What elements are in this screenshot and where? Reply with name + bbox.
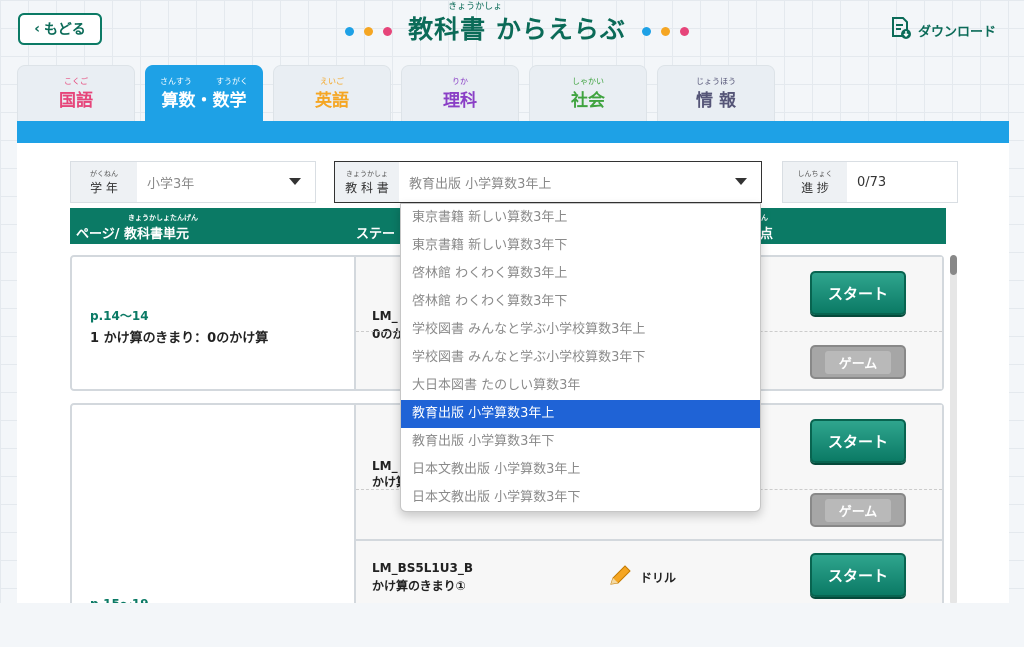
- tab-science[interactable]: りか 理科: [401, 65, 519, 121]
- back-label: もどる: [44, 22, 86, 38]
- start-button[interactable]: スタート: [810, 271, 906, 315]
- grade-select[interactable]: がくねん 学 年 小学3年: [70, 161, 316, 203]
- dropdown-option[interactable]: 日本文教出版 小学算数3年下: [401, 484, 760, 511]
- decor-dots-right: [641, 27, 689, 54]
- dropdown-caret-icon: [735, 178, 747, 185]
- subject-tabs: こくご 国語 さんすう すうがく 算数・数学 えいご 英語 りか 理科 しゃかい …: [17, 65, 775, 121]
- grade-value: 小学3年: [147, 176, 195, 192]
- page-title-area: きょうかしょ 教科書 からえらぶ: [322, 2, 712, 54]
- page-range: p.14〜14: [90, 309, 149, 323]
- download-label: ダウンロード: [918, 24, 997, 40]
- dropdown-option[interactable]: 学校図書 みんなと学ぶ小学校算数3年下: [401, 344, 760, 372]
- document-download-icon: [890, 16, 912, 44]
- scrollbar-thumb[interactable]: [950, 255, 957, 275]
- download-button[interactable]: ダウンロード: [890, 16, 996, 44]
- bottom-background: [0, 603, 1024, 647]
- dropdown-option[interactable]: 大日本図書 たのしい算数3年: [401, 372, 760, 400]
- tab-japanese[interactable]: こくご 国語: [17, 65, 135, 121]
- game-button[interactable]: ゲーム: [810, 493, 906, 527]
- textbook-select[interactable]: きょうかしょ 教 科 書 教育出版 小学算数3年上: [334, 161, 762, 203]
- dropdown-option[interactable]: 啓林館 わくわく算数3年上: [401, 260, 760, 288]
- panel-top-bar: [17, 121, 1009, 143]
- chevron-left-icon: ‹: [34, 21, 41, 37]
- textbook-dropdown-list[interactable]: 東京書籍 新しい算数3年上 東京書籍 新しい算数3年下 啓林館 わくわく算数3年…: [400, 203, 761, 512]
- start-button[interactable]: スタート: [810, 419, 906, 463]
- title-ruby: きょうかしょ: [448, 2, 503, 12]
- progress-box: しんちょく 進 捗 0/73: [782, 161, 958, 203]
- dropdown-option[interactable]: 啓林館 わくわく算数3年下: [401, 288, 760, 316]
- dropdown-option[interactable]: 東京書籍 新しい算数3年下: [401, 232, 760, 260]
- dropdown-option[interactable]: 東京書籍 新しい算数3年上: [401, 204, 760, 232]
- game-button[interactable]: ゲーム: [810, 345, 906, 379]
- dropdown-option[interactable]: 教育出版 小学算数3年下: [401, 428, 760, 456]
- textbook-value: 教育出版 小学算数3年上: [409, 176, 552, 192]
- unit-title: 1 かけ算のきまり：0のかけ算: [90, 331, 269, 346]
- tab-information[interactable]: じょうほう 情 報: [657, 65, 775, 121]
- dropdown-option-selected[interactable]: 教育出版 小学算数3年上: [401, 400, 760, 428]
- dropdown-option[interactable]: 日本文教出版 小学算数3年上: [401, 456, 760, 484]
- tab-math[interactable]: さんすう すうがく 算数・数学: [145, 65, 263, 121]
- tab-social[interactable]: しゃかい 社会: [529, 65, 647, 121]
- progress-value: 0/73: [857, 174, 887, 190]
- tab-english[interactable]: えいご 英語: [273, 65, 391, 121]
- dropdown-option[interactable]: 学校図書 みんなと学ぶ小学校算数3年上: [401, 316, 760, 344]
- pencil-icon: [608, 565, 632, 590]
- scrollbar[interactable]: [950, 255, 957, 605]
- start-button[interactable]: スタート: [810, 553, 906, 597]
- dropdown-caret-icon: [289, 178, 301, 185]
- back-button[interactable]: ‹ もどる: [18, 13, 102, 45]
- decor-dots-left: [345, 27, 393, 54]
- drill-label: ドリル: [608, 565, 676, 590]
